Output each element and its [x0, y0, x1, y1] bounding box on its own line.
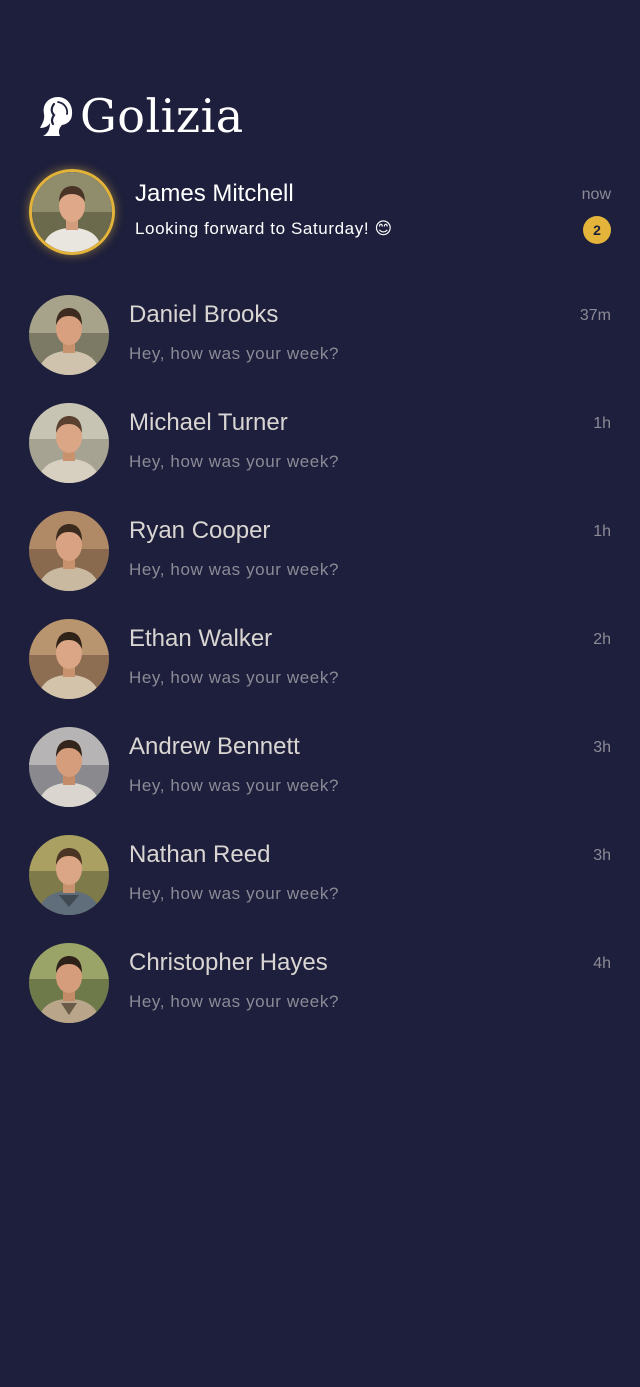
conversation-item[interactable]: Daniel Brooks Hey, how was your week? 37…	[0, 282, 640, 390]
conversation-item[interactable]: Andrew Bennett Hey, how was your week? 3…	[0, 714, 640, 822]
app-header: Golizia	[38, 90, 244, 142]
avatar	[29, 403, 109, 483]
message-time: 37m	[579, 307, 611, 324]
contact-name: Michael Turner	[129, 409, 288, 436]
avatar	[29, 295, 109, 375]
message-preview: Hey, how was your week?	[129, 668, 340, 687]
message-time: 4h	[593, 955, 611, 972]
contact-name: Daniel Brooks	[129, 301, 279, 328]
contact-name: Nathan Reed	[129, 841, 271, 868]
conversation-list: James Mitchell Looking forward to Saturd…	[0, 160, 640, 1038]
message-preview: Hey, how was your week?	[129, 452, 340, 471]
message-preview: Looking forward to Saturday! 😊	[135, 219, 393, 238]
message-time: 1h	[593, 415, 611, 432]
contact-name: James Mitchell	[135, 180, 294, 207]
message-preview: Hey, how was your week?	[129, 884, 340, 903]
message-preview: Hey, how was your week?	[129, 992, 340, 1011]
avatar	[29, 943, 109, 1023]
message-preview: Hey, how was your week?	[129, 560, 340, 579]
message-time: 2h	[593, 631, 611, 648]
avatar	[29, 169, 115, 255]
contact-name: Ryan Cooper	[129, 517, 271, 544]
avatar	[29, 835, 109, 915]
conversation-item[interactable]: Nathan Reed Hey, how was your week? 3h	[0, 822, 640, 930]
message-preview: Hey, how was your week?	[129, 344, 340, 363]
contact-name: Andrew Bennett	[129, 733, 300, 760]
contact-name: Christopher Hayes	[129, 949, 328, 976]
avatar	[29, 727, 109, 807]
conversation-item[interactable]: James Mitchell Looking forward to Saturd…	[0, 160, 640, 282]
message-time: now	[581, 186, 611, 203]
message-preview: Hey, how was your week?	[129, 776, 340, 795]
unread-count-badge: 2	[583, 216, 611, 244]
message-time: 3h	[593, 739, 611, 756]
conversation-item[interactable]: Michael Turner Hey, how was your week? 1…	[0, 390, 640, 498]
message-time: 1h	[593, 523, 611, 540]
woman-profile-logo-icon	[40, 97, 73, 136]
contact-name: Ethan Walker	[129, 625, 273, 652]
conversation-item[interactable]: Ryan Cooper Hey, how was your week? 1h	[0, 498, 640, 606]
message-time: 3h	[593, 847, 611, 864]
conversation-item[interactable]: Ethan Walker Hey, how was your week? 2h	[0, 606, 640, 714]
conversation-item[interactable]: Christopher Hayes Hey, how was your week…	[0, 930, 640, 1038]
avatar	[29, 619, 109, 699]
brand-name: Golizia	[80, 89, 244, 143]
avatar	[29, 511, 109, 591]
